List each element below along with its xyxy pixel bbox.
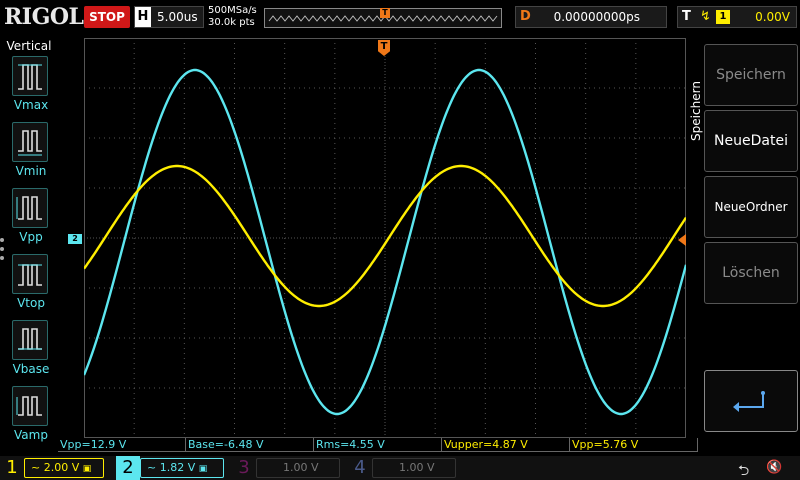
channel-number: 4	[354, 457, 366, 478]
brand-logo: RIGOL	[4, 4, 84, 30]
enter-arrow-icon	[733, 391, 765, 412]
ch2-level-marker[interactable]: 2	[68, 234, 82, 244]
measure-label: Vamp	[14, 428, 48, 442]
delay-letter: D	[520, 9, 531, 24]
waveform-display[interactable]: T 2	[68, 38, 686, 438]
channel-scale: ~ 1.82 V ▣	[140, 458, 224, 478]
new-file-button[interactable]: NeueDatei	[704, 110, 798, 172]
horizontal-timebase[interactable]: H 5.00us	[134, 6, 204, 28]
trigger-level-marker[interactable]	[678, 234, 686, 246]
waveform-grid	[84, 38, 686, 438]
measure-item-vtop[interactable]: Vtop	[6, 254, 56, 314]
channel-scale: ~ 2.00 V ▣	[24, 458, 104, 478]
trigger-letter: T	[682, 9, 691, 24]
delay-value: 0.00000000ps	[553, 10, 640, 24]
menu-title: Speichern	[689, 81, 703, 141]
menu-title: Vertical	[6, 39, 52, 53]
measure-item-vmin[interactable]: Vmin	[6, 122, 56, 182]
right-save-menu: Speichern Speichern NeueDatei NeueOrdner…	[688, 36, 800, 440]
channel-number: 2	[116, 456, 140, 480]
delete-button[interactable]: Löschen	[704, 242, 798, 304]
vmin-icon	[12, 122, 48, 162]
measure-item-vpp[interactable]: Vpp	[6, 188, 56, 248]
horizontal-letter: H	[135, 7, 151, 27]
channel-scale: 1.00 V	[256, 458, 340, 478]
channel-scale: 1.00 V	[372, 458, 456, 478]
enter-button[interactable]	[704, 370, 798, 432]
delay-readout[interactable]: D 0.00000000ps	[515, 6, 667, 28]
measurement-ch1-vpp[interactable]: Vpp=5.76 V	[570, 438, 698, 452]
measure-label: Vmax	[13, 98, 49, 112]
measure-label: Vbase	[12, 362, 50, 376]
channel-number: 1	[6, 457, 18, 478]
left-measure-menu: Vertical Vmax Vmin Vpp Vtop Vbase Vamp	[0, 36, 58, 456]
vamp-icon	[12, 386, 48, 426]
measure-item-vbase[interactable]: Vbase	[6, 320, 56, 380]
vtop-icon	[12, 254, 48, 294]
memory-depth: 30.0k pts	[208, 17, 255, 28]
measure-label: Vmin	[15, 164, 47, 178]
measure-item-vamp[interactable]: Vamp	[6, 386, 56, 446]
measurement-ch2-vpp[interactable]: Vpp=12.9 V	[58, 438, 186, 452]
acquisition-info: 500MSa/s 30.0k pts	[208, 5, 257, 29]
memory-waveform-strip: T	[264, 8, 502, 28]
measurement-ch2-base[interactable]: Base=-6.48 V	[186, 438, 314, 452]
memory-trigger-marker: T	[380, 8, 390, 18]
measure-label: Vpp	[19, 230, 43, 244]
vpp-icon	[12, 188, 48, 228]
top-status-bar: RIGOL STOP H 5.00us 500MSa/s 30.0k pts T…	[0, 0, 800, 36]
grid-lines	[84, 38, 686, 438]
sample-rate: 500MSa/s	[208, 5, 257, 16]
save-button[interactable]: Speichern	[704, 44, 798, 106]
new-folder-button[interactable]: NeueOrdner	[704, 176, 798, 238]
speaker-muted-icon[interactable]: 🔇	[766, 460, 782, 475]
usb-icon: ⮌	[738, 463, 750, 479]
measurement-bar: Vpp=12.9 V Base=-6.48 V Rms=4.55 V Vuppe…	[58, 438, 700, 454]
measurement-ch1-vupper[interactable]: Vupper=4.87 V	[442, 438, 570, 452]
timebase-value: 5.00us	[157, 10, 198, 24]
channel-bar: 1 ~ 2.00 V ▣ 2 ~ 1.82 V ▣ 3 1.00 V 4 1.0…	[0, 456, 800, 480]
measure-item-vmax[interactable]: Vmax	[6, 56, 56, 116]
vbase-icon	[12, 320, 48, 360]
rising-edge-icon: ↯	[700, 9, 711, 24]
measurement-ch2-rms[interactable]: Rms=4.55 V	[314, 438, 442, 452]
trigger-readout[interactable]: T ↯ 1 0.00V	[677, 6, 797, 28]
run-stop-status[interactable]: STOP	[84, 6, 130, 28]
trigger-level: 0.00V	[755, 10, 790, 24]
vmax-icon	[12, 56, 48, 96]
measure-label: Vtop	[17, 296, 45, 310]
page-dots-icon	[0, 238, 6, 265]
trigger-source: 1	[716, 10, 730, 24]
channel-number: 3	[238, 457, 250, 478]
